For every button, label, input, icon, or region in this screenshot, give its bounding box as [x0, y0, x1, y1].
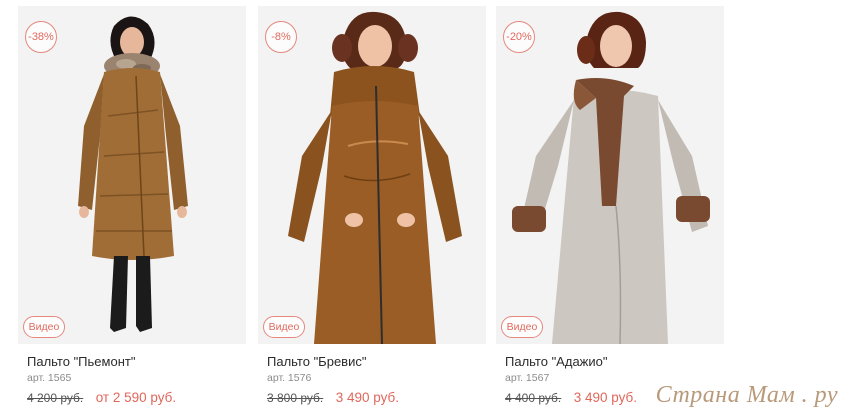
old-price: 3 800 руб.: [267, 391, 324, 405]
coat-model-image: [512, 11, 710, 344]
product-photo[interactable]: -20% Видео: [496, 6, 724, 344]
old-price: 4 200 руб.: [27, 391, 84, 405]
current-price: от 2 590 руб.: [95, 390, 177, 405]
current-price: 3 490 руб.: [335, 390, 399, 405]
product-sku: арт. 1565: [27, 372, 72, 384]
price-row: 4 200 руб. от 2 590 руб.: [27, 389, 248, 407]
current-price: 3 490 руб.: [573, 390, 637, 405]
product-photo[interactable]: -8% Видео: [258, 6, 486, 344]
product-card[interactable]: -8% Видео Пальто "Бревис" арт. 1576 3 80…: [258, 6, 488, 407]
coat-model-image: [288, 11, 462, 344]
product-sku: арт. 1576: [267, 372, 312, 384]
video-button[interactable]: Видео: [501, 316, 543, 338]
discount-badge: -38%: [25, 21, 57, 53]
product-card[interactable]: -20% Видео Пальто "Адажио" арт. 1567 4 4…: [496, 6, 726, 407]
discount-badge: -20%: [503, 21, 535, 53]
product-name[interactable]: Пальто "Адажио": [505, 354, 726, 369]
product-photo[interactable]: -38% Видео: [18, 6, 246, 344]
product-grid: -38% Видео Пальто "Пьемонт" арт. 1565 4 …: [0, 0, 860, 418]
old-price: 4 400 руб.: [505, 391, 562, 405]
video-button[interactable]: Видео: [263, 316, 305, 338]
video-button[interactable]: Видео: [23, 316, 65, 338]
discount-badge: -8%: [265, 21, 297, 53]
product-name[interactable]: Пальто "Бревис": [267, 354, 488, 369]
product-name[interactable]: Пальто "Пьемонт": [27, 354, 248, 369]
site-watermark: Страна Мам . ру: [655, 382, 838, 408]
coat-model-image: [78, 16, 188, 332]
product-card[interactable]: -38% Видео Пальто "Пьемонт" арт. 1565 4 …: [18, 6, 248, 407]
price-row: 3 800 руб. 3 490 руб.: [267, 389, 488, 407]
